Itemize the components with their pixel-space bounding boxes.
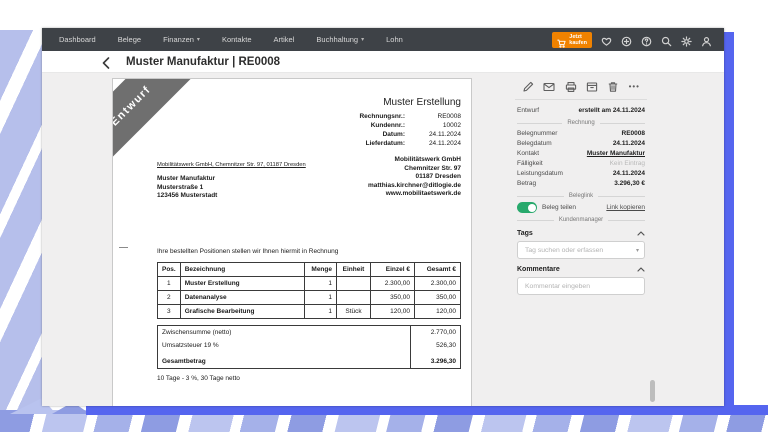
invoice-meta: Rechnungsnr.:RE0008 Kundennr.:10002 Datu… bbox=[157, 112, 461, 148]
chevron-up-icon[interactable] bbox=[637, 231, 645, 236]
copy-link-button[interactable]: Link kopieren bbox=[606, 204, 645, 211]
status-value: erstellt am 24.11.2024 bbox=[579, 106, 646, 116]
nav-item-dashboard[interactable]: Dashboard bbox=[48, 35, 107, 44]
buy-now-button[interactable]: Jetztkaufen bbox=[552, 32, 592, 48]
tags-header: Tags bbox=[517, 230, 645, 237]
field-kontakt: Kontakt Muster Manufaktur bbox=[517, 149, 645, 159]
comment-input[interactable] bbox=[517, 277, 645, 295]
fold-mark bbox=[119, 247, 128, 248]
invoice-document: Entwurf Muster Erstellung Rechnungsnr.:R… bbox=[112, 78, 472, 406]
navbar-right-group: Jetztkaufen bbox=[552, 32, 712, 48]
comments-header: Kommentare bbox=[517, 266, 645, 273]
shopping-cart-icon bbox=[557, 35, 566, 44]
back-button[interactable] bbox=[102, 56, 112, 68]
status-label: Entwurf bbox=[517, 106, 539, 116]
window-frame-bottom bbox=[86, 405, 768, 415]
company-address: Mobilitätswerk GmbH Chemnitzer Str. 97 0… bbox=[368, 156, 461, 199]
heart-icon[interactable] bbox=[601, 34, 612, 45]
field-betrag: Betrag 3.296,30 € bbox=[517, 179, 645, 189]
share-row: Beleg teilen Link kopieren bbox=[517, 202, 645, 213]
chevron-up-icon[interactable] bbox=[637, 267, 645, 272]
vat-row: Umsatzsteuer 19 % 526,30 bbox=[158, 339, 460, 352]
chevron-down-icon: ▾ bbox=[361, 36, 364, 43]
field-leistungsdatum: Leistungsdatum 24.11.2024 bbox=[517, 169, 645, 179]
section-rechnung: Rechnung bbox=[517, 120, 645, 126]
content-area: Entwurf Muster Erstellung Rechnungsnr.:R… bbox=[42, 73, 724, 406]
section-kundenmanager: Kundenmanager bbox=[517, 217, 645, 223]
mail-icon[interactable] bbox=[543, 81, 555, 93]
scrollbar[interactable] bbox=[650, 380, 655, 402]
payment-terms: 10 Tage - 3 %, 30 Tage netto bbox=[157, 375, 461, 382]
user-icon[interactable] bbox=[701, 34, 712, 45]
search-icon[interactable] bbox=[661, 34, 672, 45]
divider bbox=[515, 99, 647, 100]
app-window: Dashboard Belege Finanzen▾ Kontakte Arti… bbox=[42, 28, 724, 406]
plus-circle-icon[interactable] bbox=[621, 34, 632, 45]
section-beleglink: Beleglink bbox=[517, 193, 645, 199]
table-header-row: Pos. Bezeichnung Menge Einheit Einzel € … bbox=[158, 263, 461, 277]
field-faelligkeit: Fälligkeit Kein Eintrag bbox=[517, 159, 645, 169]
line-items-table: Pos. Bezeichnung Menge Einheit Einzel € … bbox=[157, 262, 461, 319]
nav-item-lohn[interactable]: Lohn bbox=[375, 35, 414, 44]
subtotal-row: Zwischensumme (netto) 2.770,00 bbox=[158, 326, 460, 339]
nav-item-belege[interactable]: Belege bbox=[107, 35, 152, 44]
chevron-down-icon: ▾ bbox=[197, 36, 200, 43]
nav-item-artikel[interactable]: Artikel bbox=[263, 35, 306, 44]
print-icon[interactable] bbox=[565, 81, 577, 93]
totals-box: Zwischensumme (netto) 2.770,00 Umsatzste… bbox=[157, 325, 461, 369]
nav-item-kontakte[interactable]: Kontakte bbox=[211, 35, 263, 44]
gear-icon[interactable] bbox=[681, 34, 692, 45]
status-row: Entwurf erstellt am 24.11.2024 bbox=[517, 106, 645, 116]
edit-icon[interactable] bbox=[522, 81, 534, 93]
table-row: 2 Datenanalyse 1 350,00 350,00 bbox=[158, 291, 461, 305]
comment-input-wrap bbox=[517, 277, 645, 295]
background-stripes-left bbox=[0, 30, 42, 432]
help-circle-icon[interactable] bbox=[641, 34, 652, 45]
archive-icon[interactable] bbox=[586, 81, 598, 93]
tags-input-wrap: ▾ bbox=[517, 241, 645, 259]
nav-item-buchhaltung[interactable]: Buchhaltung▾ bbox=[305, 35, 375, 44]
contact-link[interactable]: Muster Manufaktur bbox=[587, 149, 645, 159]
trash-icon[interactable] bbox=[607, 81, 619, 93]
invoice-doc-title: Muster Erstellung bbox=[157, 97, 461, 108]
document-actions: ••• bbox=[517, 73, 645, 99]
page-background: Dashboard Belege Finanzen▾ Kontakte Arti… bbox=[0, 0, 768, 432]
page-header: Muster Manufaktur | RE0008 bbox=[42, 51, 724, 73]
window-frame-right bbox=[724, 32, 734, 414]
tag-search-input[interactable] bbox=[517, 241, 645, 259]
page-title: Muster Manufaktur | RE0008 bbox=[126, 56, 280, 68]
share-toggle[interactable] bbox=[517, 202, 537, 213]
field-belegdatum: Belegdatum 24.11.2024 bbox=[517, 139, 645, 149]
details-panel: ••• Entwurf erstellt am 24.11.2024 Rechn… bbox=[508, 73, 654, 406]
table-row: 3 Grafische Bearbeitung 1 Stück 120,00 1… bbox=[158, 305, 461, 319]
invoice-intro-text: Ihre bestellten Positionen stellen wir I… bbox=[157, 248, 461, 255]
share-label: Beleg teilen bbox=[542, 204, 576, 211]
more-icon[interactable]: ••• bbox=[629, 81, 640, 93]
top-navbar: Dashboard Belege Finanzen▾ Kontakte Arti… bbox=[42, 28, 724, 51]
nav-item-finanzen[interactable]: Finanzen▾ bbox=[152, 35, 211, 44]
field-belegnummer: Belegnummer RE0008 bbox=[517, 129, 645, 139]
table-row: 1 Muster Erstellung 1 2.300,00 2.300,00 bbox=[158, 277, 461, 291]
grand-total-row: Gesamtbetrag 3.296,30 bbox=[158, 352, 460, 368]
